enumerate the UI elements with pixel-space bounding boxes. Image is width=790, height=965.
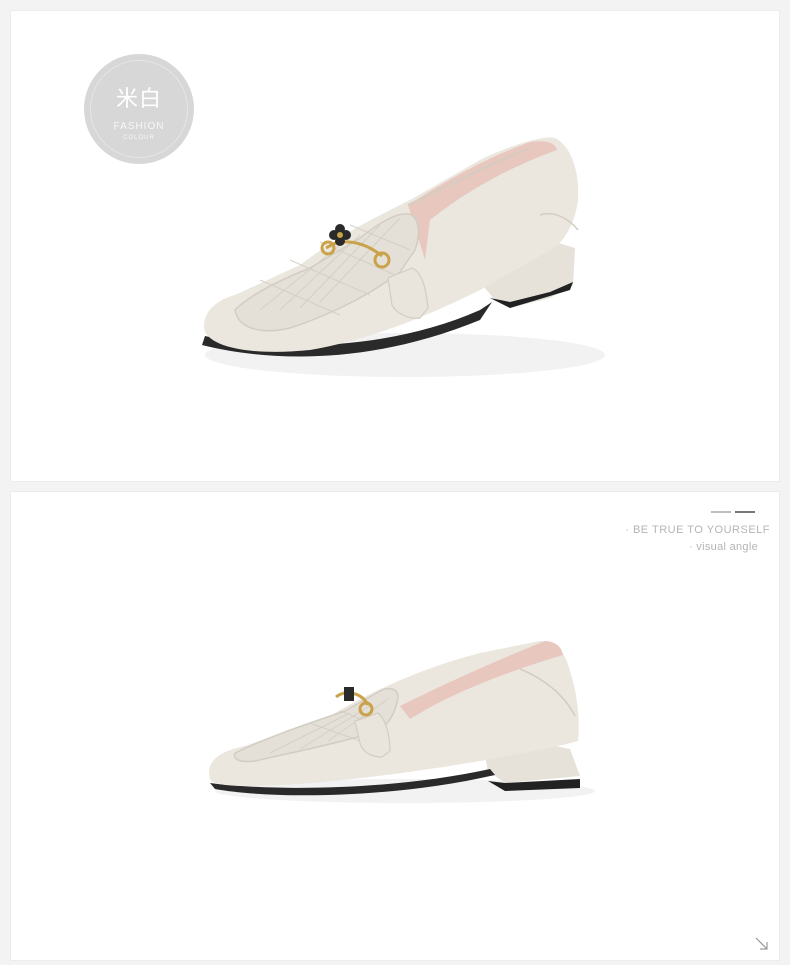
product-image-panel-top: 米白 FASHION COLOUR [10,10,780,482]
slogan-dash-light [711,511,731,513]
arrow-down-right-icon [755,937,768,950]
color-badge-subtitle: FASHION [113,121,165,132]
color-badge-ring: 米白 FASHION COLOUR [90,60,188,158]
shoe-image-side-view [209,641,595,803]
color-badge: 米白 FASHION COLOUR [84,54,194,164]
color-badge-subtitle-small: COLOUR [123,135,155,141]
slogan-subline: · visual angle [688,541,758,553]
slogan-dashes [711,511,755,514]
color-badge-title: 米白 [115,87,162,112]
product-image-panel-bottom [10,491,780,961]
slogan-headline: · BE TRUE TO YOURSELF [625,524,770,536]
slogan-dash-dark [735,511,755,513]
